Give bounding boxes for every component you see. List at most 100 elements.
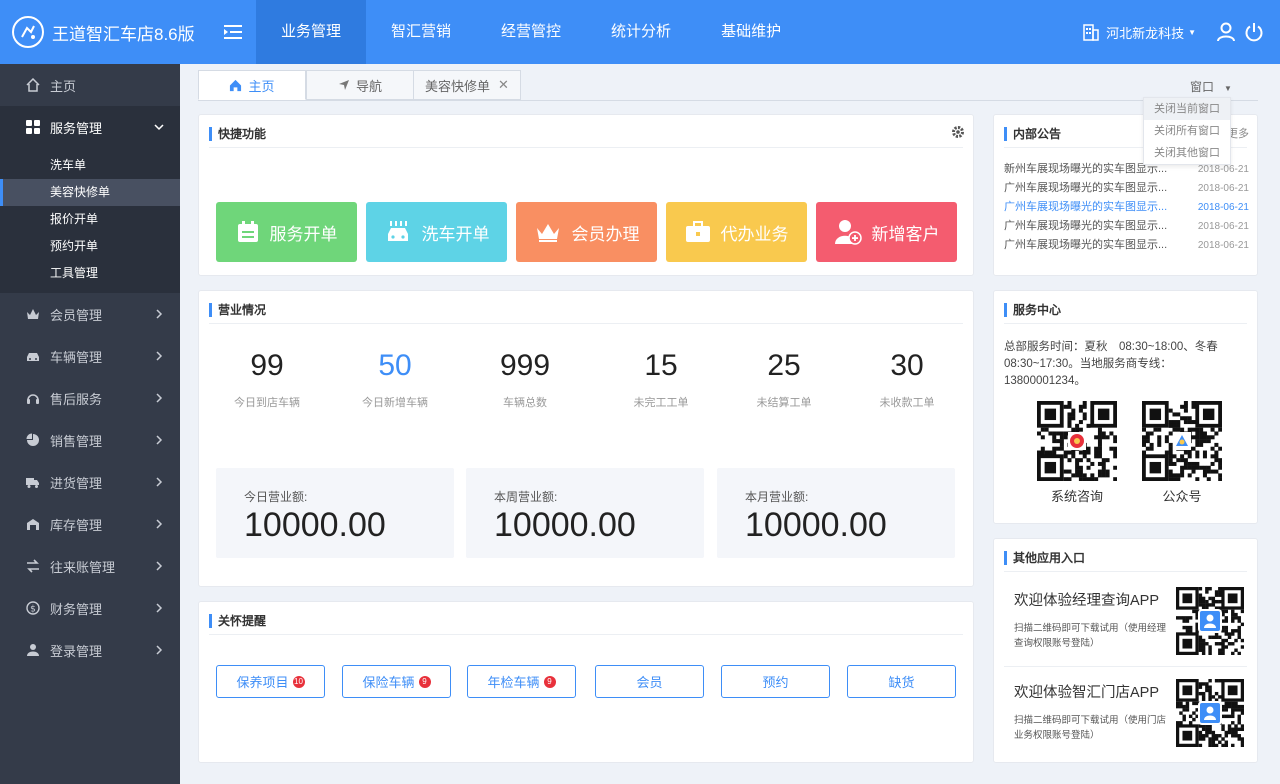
home-icon [26,78,40,92]
sidebar-item-home[interactable]: 主页 [0,64,180,106]
svg-text:$: $ [30,605,36,615]
chevron-down-icon [154,120,164,135]
chevron-right-icon [154,601,164,616]
button-label: 保险车辆 [362,675,415,690]
truck-icon [26,475,40,489]
tab-home[interactable]: 主页 [198,70,306,100]
app-title: 欢迎体验智汇门店APP [1014,685,1160,701]
care-reminder-button[interactable]: 预约 [721,665,830,698]
sidebar-item-label: 车辆管理 [50,349,103,365]
qr-label: 系统咨询 [1050,489,1103,504]
car-wash-icon [384,220,412,244]
divider [209,634,963,635]
building-icon [1083,24,1099,41]
user-icon[interactable] [1214,20,1238,44]
panel-title: 营业情况 [209,303,266,317]
revenue-value: 10000.00 [244,506,386,544]
panel-title: 快捷功能 [209,127,266,141]
stat-value: 25 [767,349,801,382]
window-menu[interactable]: 窗口 ▼ [1190,78,1232,95]
care-reminder-button[interactable]: 保养项目 10 [216,665,325,698]
sidebar-group-item[interactable]: 销售管理 [0,419,180,461]
sidebar-group-item[interactable]: 库存管理 [0,503,180,545]
grid-icon [26,120,40,134]
nav-maintenance[interactable]: 基础维护 [696,0,806,64]
member-apply-button[interactable]: 会员办理 [516,202,657,262]
notice-item[interactable]: 广州车展现场曝光的实车图显示... 2018-06-21 [1004,236,1249,255]
quick-functions-panel: 快捷功能 服务开单 洗车开单 会员办理 代办业务 新增客户 [198,114,974,276]
week-revenue-card: 本周营业额: 10000.00 [466,468,704,558]
sub-item-tools[interactable]: 工具管理 [0,260,180,287]
sidebar-item-service[interactable]: 服务管理 [0,106,180,148]
chevron-right-icon [154,349,164,364]
sub-item-appointment[interactable]: 预约开单 [0,233,180,260]
chevron-right-icon [154,433,164,448]
company-switcher[interactable]: 河北新龙科技 ▼ [1082,23,1196,42]
menu-toggle-icon[interactable] [210,0,256,64]
chevron-down-icon: ▼ [1224,84,1232,93]
nav-business[interactable]: 业务管理 [256,0,367,64]
logo[interactable]: 王道智汇车店8.6版 [0,0,210,64]
button-label: 会员 [636,675,663,690]
sidebar-item-label: 进货管理 [50,475,103,491]
nav-marketing[interactable]: 智汇营销 [366,0,476,64]
gear-icon[interactable] [951,125,965,142]
sidebar-item-label: 登录管理 [50,643,103,659]
stat-total-vehicles: 999 车辆总数 [465,346,585,410]
notice-item[interactable]: 广州车展现场曝光的实车图显示... 2018-06-21 [1004,198,1249,217]
sub-item-car-wash[interactable]: 洗车单 [0,152,180,179]
divider [209,147,963,148]
close-all-windows-option[interactable]: 关闭所有窗口 [1144,120,1230,142]
button-label: 代办业务 [720,224,789,244]
headset-icon [26,391,40,405]
close-icon[interactable]: ✕ [498,77,509,93]
nav-operations[interactable]: 经营管控 [476,0,586,64]
power-icon[interactable] [1242,20,1266,44]
notice-date: 2018-06-21 [1197,221,1249,232]
care-reminder-button[interactable]: 缺货 [847,665,956,698]
sidebar-group-item[interactable]: 进货管理 [0,461,180,503]
care-reminder-button[interactable]: 保险车辆 9 [342,665,451,698]
tab-label: 美容快修单 [425,78,491,94]
sidebar-group-item[interactable]: $ 财务管理 [0,587,180,629]
add-customer-button[interactable]: 新增客户 [816,202,957,262]
stat-label: 今日到店车辆 [234,397,300,409]
sub-item-beauty-repair[interactable]: 美容快修单 [0,179,180,206]
tab-navigation[interactable]: 导航 [306,70,414,100]
notice-title: 广州车展现场曝光的实车图显示... [1004,239,1168,251]
notice-item[interactable]: 广州车展现场曝光的实车图显示... 2018-06-21 [1004,179,1249,198]
care-reminder-button[interactable]: 年检车辆 9 [467,665,576,698]
app-description: 扫描二维码即可下载试用（使用经理查询权限账号登陆） [1014,623,1167,649]
service-order-button[interactable]: 服务开单 [216,202,357,262]
car-wash-order-button[interactable]: 洗车开单 [366,202,507,262]
today-revenue-card: 今日营业额: 10000.00 [216,468,454,558]
agency-business-button[interactable]: 代办业务 [666,202,807,262]
window-dropdown: 关闭当前窗口 关闭所有窗口 关闭其他窗口 [1143,97,1231,165]
divider [1004,666,1247,667]
sub-item-quote[interactable]: 报价开单 [0,206,180,233]
chevron-right-icon [154,475,164,490]
service-center-panel: 服务中心 总部服务时间：夏秋 08:30~18:00、冬春 08:30~17:3… [993,290,1258,524]
care-reminder-button[interactable]: 会员 [595,665,704,698]
panel-title: 其他应用入口 [1004,551,1085,565]
button-label: 洗车开单 [421,224,490,244]
close-current-window-option[interactable]: 关闭当前窗口 [1144,98,1230,120]
sidebar-item-label: 财务管理 [50,601,103,617]
sidebar-group-item[interactable]: 往来账管理 [0,545,180,587]
notice-item[interactable]: 广州车展现场曝光的实车图显示... 2018-06-21 [1004,217,1249,236]
car-icon [26,349,40,363]
sidebar-group-item[interactable]: 售后服务 [0,377,180,419]
chevron-right-icon [154,559,164,574]
store-app-qr-code [1176,679,1245,748]
tab-beauty-repair[interactable]: 美容快修单 ✕ [413,70,521,100]
sidebar-group-item[interactable]: 登录管理 [0,629,180,671]
sidebar-group-item[interactable]: 会员管理 [0,293,180,335]
sidebar-item-label: 会员管理 [50,307,103,323]
stat-unsettled-orders: 25 未结算工单 [724,346,844,410]
sidebar-group-item[interactable]: 车辆管理 [0,335,180,377]
nav-statistics[interactable]: 统计分析 [586,0,696,64]
other-apps-panel: 其他应用入口 欢迎体验经理查询APP 扫描二维码即可下载试用（使用经理查询权限账… [993,538,1258,763]
user-icon [26,643,40,657]
close-other-windows-option[interactable]: 关闭其他窗口 [1144,142,1230,164]
sidebar: 主页 服务管理 洗车单 美容快修单 报价开单 预约开单 工具管理 会员管理车辆管… [0,64,180,784]
